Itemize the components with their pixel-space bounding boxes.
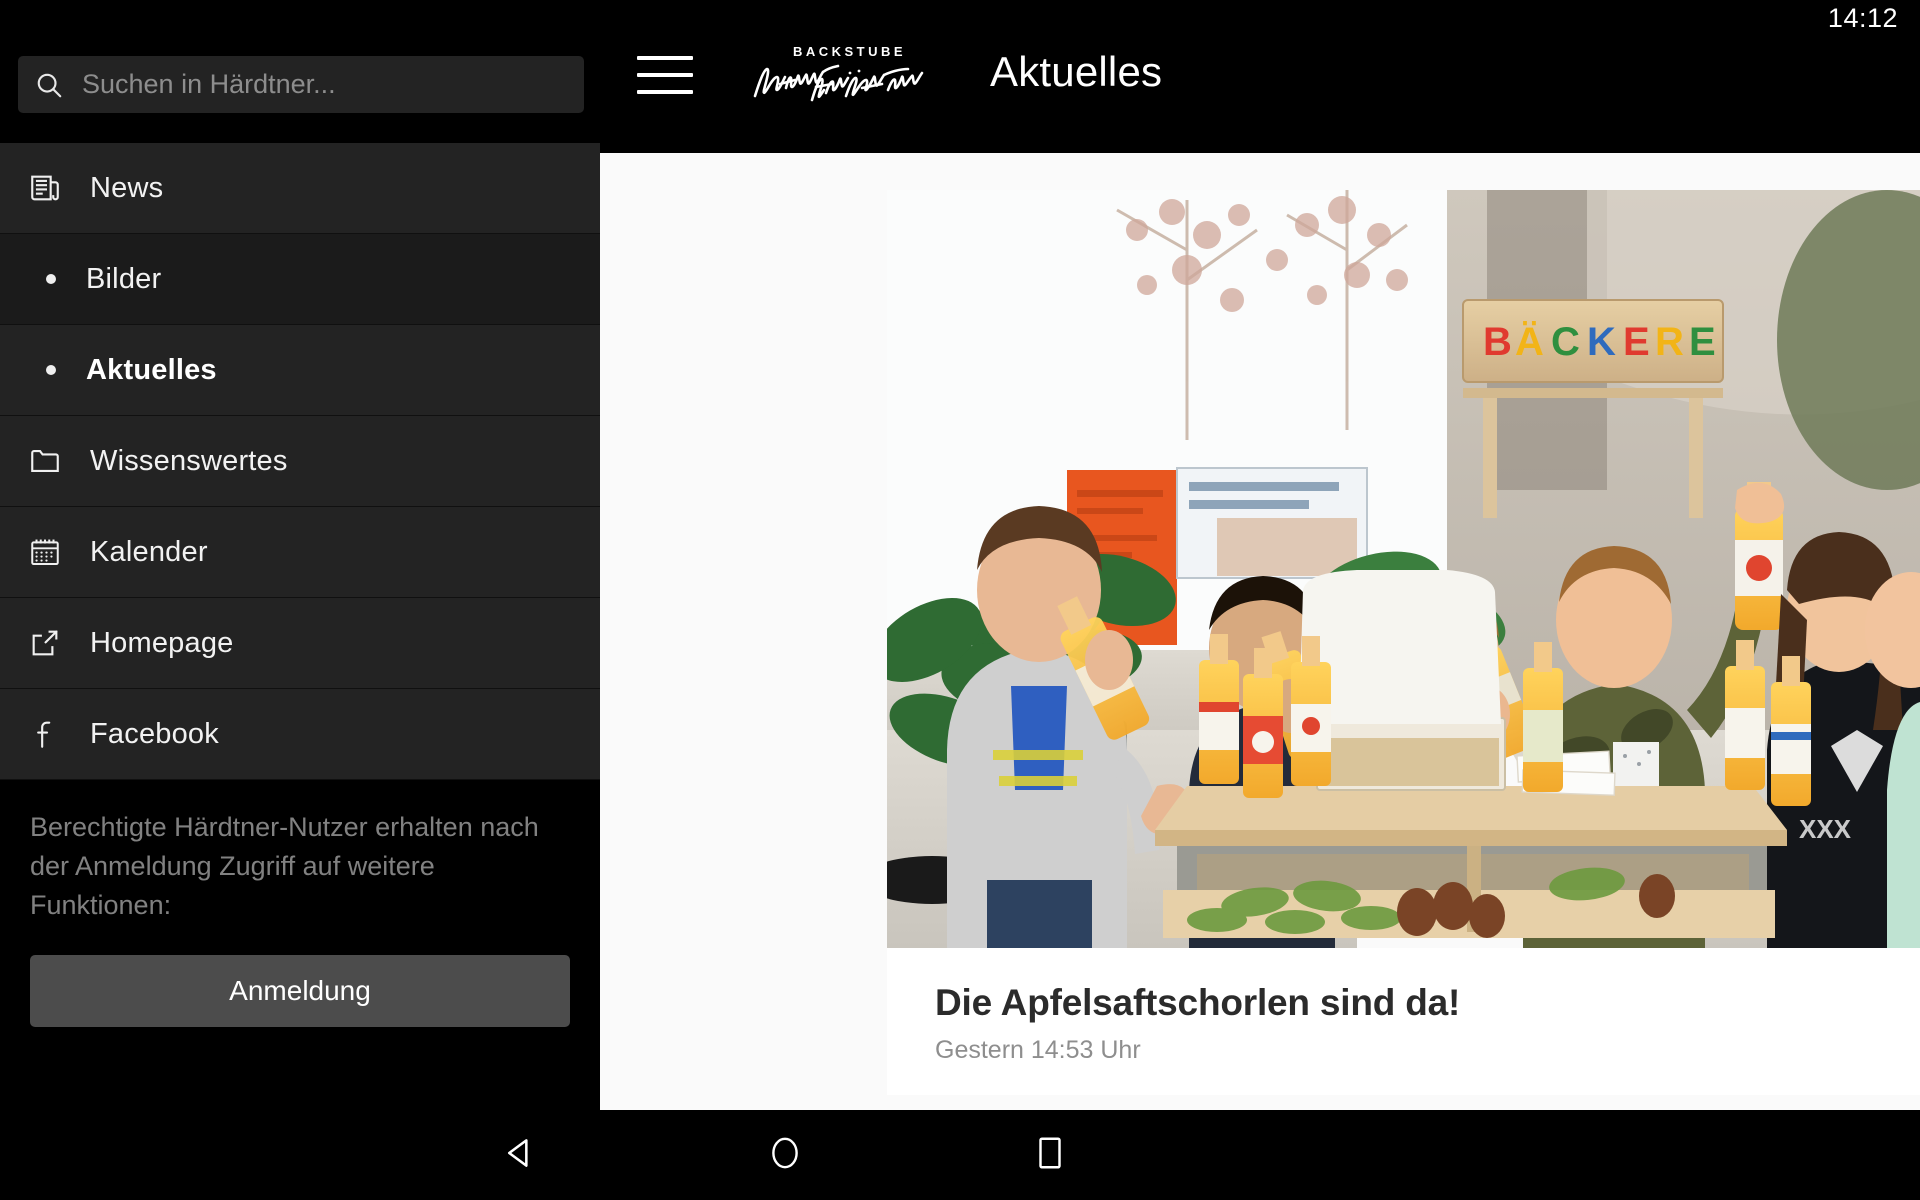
search-field[interactable]: Suchen in Härdtner... [18, 56, 584, 113]
sidebar-item-aktuelles[interactable]: Aktuelles [0, 325, 600, 416]
logo-signature-icon [753, 64, 924, 102]
facebook-icon [26, 715, 64, 753]
news-timestamp: Gestern 14:53 Uhr [935, 1036, 1141, 1064]
logo-wordmark: BACKSTUBE [792, 44, 907, 59]
login-promo-text: Berechtigte Härdtner-Nutzer erhalten nac… [30, 812, 539, 920]
sidebar-item-bilder[interactable]: Bilder [0, 234, 600, 325]
sidebar-item-wissenswertes[interactable]: Wissenswertes [0, 416, 600, 507]
news-photo: B Ä C K E R E XXX [887, 190, 1920, 948]
svg-text:K: K [1587, 320, 1616, 364]
folder-icon [26, 442, 64, 480]
search-icon [34, 70, 64, 100]
newspaper-icon [26, 169, 64, 207]
svg-text:R: R [1655, 320, 1684, 364]
sidebar-item-news[interactable]: News [0, 143, 600, 234]
svg-text:XXX: XXX [1799, 814, 1852, 844]
android-navigation-bar [0, 1110, 1920, 1200]
home-button[interactable] [710, 1110, 860, 1200]
external-link-icon [26, 624, 64, 662]
bullet-icon [46, 365, 56, 375]
sidebar-item-kalender[interactable]: Kalender [0, 507, 600, 598]
sidebar-item-facebook[interactable]: Facebook [0, 689, 600, 780]
sidebar-item-label: Bilder [86, 262, 162, 295]
news-card-body: Die Apfelsaftschorlen sind da! Gestern 1… [887, 948, 1920, 1095]
svg-text:C: C [1551, 320, 1580, 364]
hamburger-icon[interactable] [637, 56, 693, 98]
svg-text:B: B [1483, 320, 1512, 364]
sidebar-item-label: Homepage [90, 626, 234, 659]
svg-text:Ä: Ä [1515, 320, 1544, 364]
sidebar-item-label: Facebook [90, 717, 219, 750]
back-button[interactable] [445, 1110, 595, 1200]
navigation-drawer: Suchen in Härdtner... News Bilder Aktuel… [0, 0, 600, 1110]
calendar-icon [26, 533, 64, 571]
status-clock: 14:12 [1827, 3, 1898, 33]
bullet-icon [46, 274, 56, 284]
login-button[interactable]: Anmeldung [30, 955, 570, 1027]
news-photo-image: B Ä C K E R E XXX [887, 190, 1920, 948]
sidebar-item-label: Aktuelles [86, 353, 217, 386]
news-card[interactable]: B Ä C K E R E XXX Die Apfelsaftschorlen … [887, 190, 1920, 1095]
svg-text:E: E [1623, 320, 1650, 364]
svg-text:E: E [1689, 320, 1716, 364]
brand-logo: BACKSTUBE [750, 44, 950, 110]
news-title: Die Apfelsaftschorlen sind da! [935, 982, 1461, 1023]
sidebar-item-label: Wissenswertes [90, 444, 288, 477]
circle-home-icon [768, 1134, 802, 1177]
sidebar-menu: News Bilder Aktuelles Wissenswertes Kale… [0, 143, 600, 780]
page-title: Aktuelles [990, 48, 1163, 95]
triangle-back-icon [501, 1134, 539, 1177]
sidebar-item-label: Kalender [90, 535, 208, 568]
app-window: 14:12 Suchen in Härdtner... News Bilder … [0, 0, 1920, 1200]
recents-button[interactable] [975, 1110, 1125, 1200]
search-placeholder: Suchen in Härdtner... [82, 69, 336, 99]
status-bar: 14:12 [0, 0, 1920, 44]
square-recents-icon [1035, 1134, 1065, 1177]
sidebar-item-label: News [90, 171, 164, 204]
sidebar-item-homepage[interactable]: Homepage [0, 598, 600, 689]
content-area[interactable]: B Ä C K E R E XXX Die Apfelsaftschorlen … [600, 153, 1920, 1110]
login-promo: Berechtigte Härdtner-Nutzer erhalten nac… [0, 808, 600, 1027]
